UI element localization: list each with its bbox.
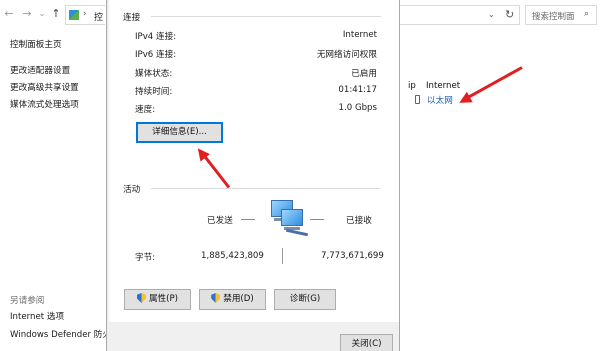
back-arrow-icon[interactable]: ← [2,6,16,22]
disable-button[interactable]: 禁用(D) [199,289,266,310]
connection-section-title: 连接 [123,13,141,23]
path-separator: › [83,9,87,19]
sidebar-item-home[interactable]: 控制面板主页 [10,38,62,50]
close-button[interactable]: 关闭(C) [340,334,393,351]
address-path-end[interactable]: ⌄ ↻ [398,5,520,25]
speed-label: 速度: [135,105,156,115]
search-input[interactable]: 搜索控制面 ⌕ [525,5,597,25]
duration-value: 01:41:17 [338,85,377,95]
speed-value: 1.0 Gbps [338,103,377,113]
refresh-icon[interactable]: ↻ [505,8,514,21]
details-button[interactable]: 详细信息(E)... [136,122,223,143]
properties-button[interactable]: 属性(P) [124,289,191,310]
media-state-value: 已启用 [351,69,377,79]
ipv6-value: 无网络访问权限 [316,50,377,60]
see-also-firewall[interactable]: Windows Defender 防火 [10,328,111,340]
disable-button-label: 禁用(D) [223,294,254,304]
bytes-sent-value: 1,885,423,809 [201,251,264,261]
ethernet-link[interactable]: 以太网 [427,94,453,106]
address-dropdown-icon[interactable]: ⌄ [488,10,495,19]
sent-label: 已发送 [207,216,233,226]
duration-label: 持续时间: [135,87,173,97]
access-type-prefix: ip [408,81,416,91]
ipv6-label: IPv6 连接: [135,50,177,60]
search-icon: ⌕ [584,9,590,19]
activity-section-title: 活动 [123,185,141,195]
sidebar-item-sharing-settings[interactable]: 更改高级共享设置 [10,81,79,93]
forward-arrow-icon[interactable]: → [20,6,34,22]
network-computers-icon [261,198,311,238]
ethernet-plug-icon [415,95,420,104]
activity-divider [151,188,381,189]
properties-button-label: 属性(P) [148,294,179,304]
address-path[interactable]: › 控 [65,5,105,25]
sidebar-item-media-streaming[interactable]: 媒体流式处理选项 [10,98,79,110]
control-panel-icon [69,10,79,20]
annotation-arrow-ethernet [467,66,523,99]
shield-icon [211,293,221,303]
dialog-content: 连接 IPv4 连接: Internet IPv6 连接: 无网络访问权限 媒体… [109,0,399,322]
access-type-value: Internet [426,81,461,91]
bytes-separator [282,248,283,264]
bytes-received-value: 7,773,671,699 [321,251,384,261]
received-label: 已接收 [346,216,372,226]
shield-icon [136,293,146,303]
received-dash [310,219,324,220]
see-also-title: 另请参阅 [10,296,45,306]
address-text: 控 [94,13,104,23]
bytes-label: 字节: [135,253,156,263]
recent-dropdown-icon[interactable]: ⌄ [35,6,49,22]
up-arrow-icon[interactable]: ↑ [49,6,63,22]
sidebar-item-adapter-settings[interactable]: 更改适配器设置 [10,64,70,76]
ipv4-label: IPv4 连接: [135,32,177,42]
media-state-label: 媒体状态: [135,69,173,79]
ipv4-value: Internet [342,30,377,40]
see-also-internet-options[interactable]: Internet 选项 [10,310,64,322]
search-placeholder: 搜索控制面 [532,12,575,22]
dialog-footer: 关闭(C) [107,322,399,351]
sent-dash [241,219,255,220]
ethernet-status-dialog: 连接 IPv4 连接: Internet IPv6 连接: 无网络访问权限 媒体… [106,0,400,351]
connection-divider [151,16,381,17]
diagnose-button[interactable]: 诊断(G) [274,289,336,310]
